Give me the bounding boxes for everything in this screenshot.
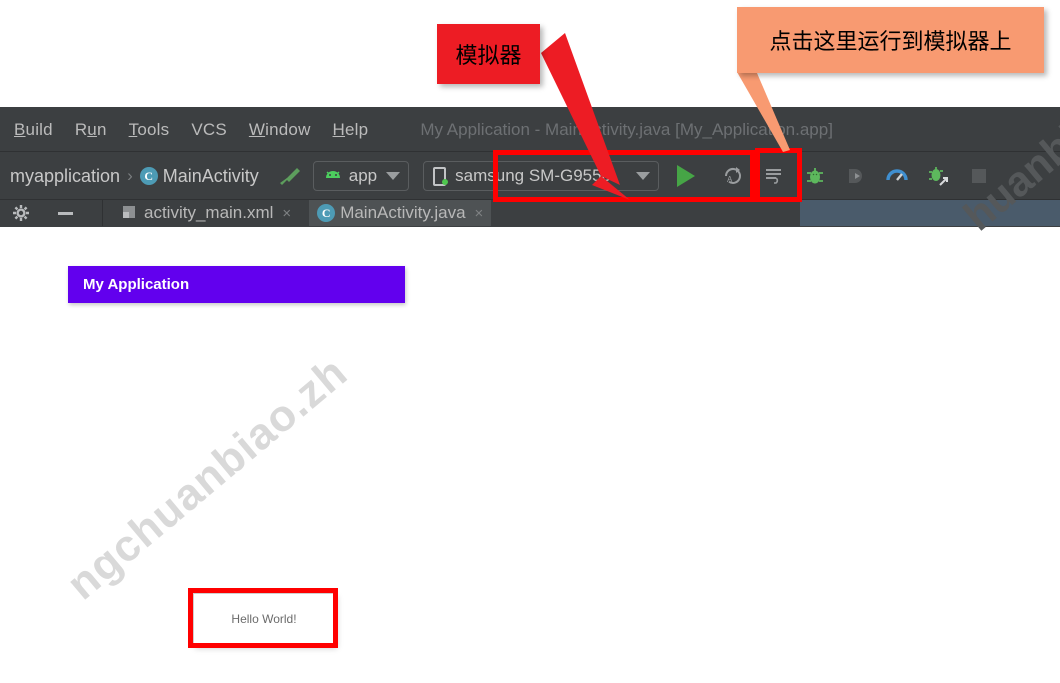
menu-item-build[interactable]: Build bbox=[14, 120, 53, 140]
menu-item-run[interactable]: Run bbox=[75, 120, 107, 140]
emulator-callout: 模拟器 bbox=[437, 24, 540, 84]
tab-mainactivity-java[interactable]: C MainActivity.java × bbox=[309, 200, 492, 226]
editor-right-panel bbox=[800, 200, 1060, 226]
debug-icon[interactable] bbox=[803, 164, 827, 188]
close-icon[interactable]: × bbox=[282, 205, 291, 222]
menu-bar: Build Run Tools VCS Window Help My Appli… bbox=[0, 107, 1060, 152]
layout-file-icon bbox=[121, 203, 137, 223]
android-studio-window: Build Run Tools VCS Window Help My Appli… bbox=[0, 107, 1060, 227]
apply-code-changes-icon[interactable] bbox=[762, 164, 786, 188]
module-selector[interactable]: app bbox=[312, 161, 410, 191]
attach-debugger-icon[interactable] bbox=[844, 164, 868, 188]
minimize-icon[interactable] bbox=[56, 208, 76, 218]
breadcrumb-project[interactable]: myapplication bbox=[10, 166, 120, 187]
close-icon[interactable]: × bbox=[475, 205, 484, 222]
breadcrumb-separator-icon: › bbox=[127, 166, 133, 185]
run-instruction-callout-text: 点击这里运行到模拟器上 bbox=[769, 30, 1012, 55]
device-selector-label: samsung SM-G9550 bbox=[455, 166, 612, 185]
chevron-down-icon bbox=[386, 172, 401, 180]
menu-item-window[interactable]: Window bbox=[249, 120, 311, 140]
java-class-icon: C bbox=[317, 204, 336, 222]
editor-tab-strip: activity_main.xml × C MainActivity.java … bbox=[0, 200, 1060, 226]
apply-changes-icon[interactable]: A bbox=[721, 164, 745, 188]
profiler-icon[interactable] bbox=[885, 164, 909, 188]
app-action-bar: My Application bbox=[68, 266, 405, 303]
android-head-icon bbox=[323, 166, 343, 186]
app-title: My Application bbox=[83, 276, 190, 293]
window-title: My Application - MainActivity.java [My_A… bbox=[420, 119, 833, 139]
tab-label: activity_main.xml bbox=[144, 203, 274, 222]
menu-item-help[interactable]: Help bbox=[333, 120, 369, 140]
menu-item-tools[interactable]: Tools bbox=[129, 120, 170, 140]
tab-activity-main-xml[interactable]: activity_main.xml × bbox=[121, 203, 291, 223]
menu-item-vcs[interactable]: VCS bbox=[191, 120, 227, 140]
device-selector[interactable]: samsung SM-G9550 bbox=[423, 161, 660, 191]
annotation-arrows bbox=[541, 33, 790, 200]
gear-icon[interactable] bbox=[12, 204, 30, 222]
chevron-down-icon bbox=[636, 172, 651, 180]
profile-or-debug-apk-icon[interactable] bbox=[926, 164, 950, 188]
breadcrumb-class[interactable]: MainActivity bbox=[163, 166, 259, 187]
tab-divider bbox=[102, 200, 103, 226]
java-class-icon: C bbox=[139, 167, 158, 185]
run-button[interactable] bbox=[677, 165, 696, 187]
watermark-main: ngchuanbiao.zh bbox=[57, 347, 357, 610]
stop-icon[interactable] bbox=[967, 164, 991, 188]
hammer-icon[interactable] bbox=[277, 163, 303, 189]
emulator-callout-text: 模拟器 bbox=[455, 44, 522, 69]
tab-label: MainActivity.java bbox=[340, 203, 466, 222]
hello-world-text: Hello World! bbox=[231, 612, 297, 626]
run-instruction-callout: 点击这里运行到模拟器上 bbox=[737, 7, 1044, 73]
main-toolbar: myapplication › C MainActivity app samsu… bbox=[0, 152, 1060, 200]
phone-icon bbox=[433, 166, 449, 186]
module-selector-label: app bbox=[348, 166, 378, 185]
hello-world-box: Hello World! bbox=[193, 593, 335, 645]
svg-text:A: A bbox=[727, 175, 733, 184]
